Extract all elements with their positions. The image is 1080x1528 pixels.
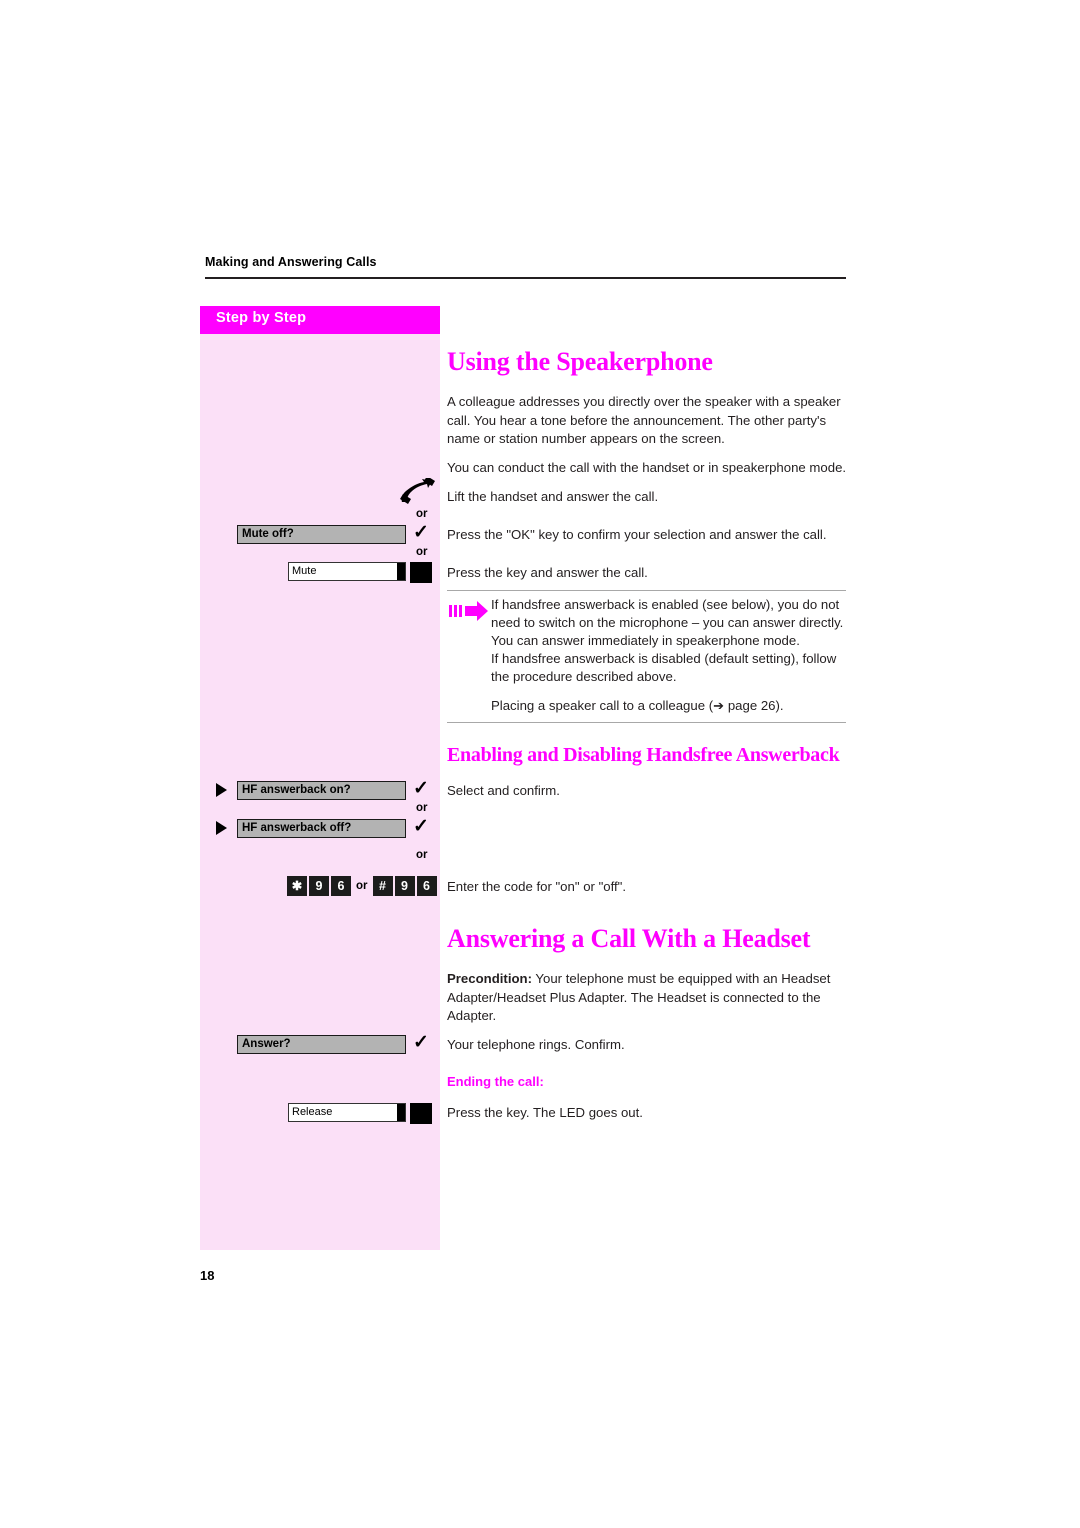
note-line-3: You can answer immediately in speakerpho… bbox=[491, 633, 800, 648]
paragraph-conduct-call: You can conduct the call with the handse… bbox=[447, 460, 847, 475]
display-hf-answerback-off-label: HF answerback off? bbox=[242, 821, 352, 834]
step-press-key: Press the key and answer the call. bbox=[447, 565, 648, 580]
code-key-row[interactable]: ✱ 9 6 or # 9 6 bbox=[287, 876, 437, 896]
cross-reference-page-26[interactable]: Placing a speaker call to a colleague (➔… bbox=[491, 697, 851, 716]
display-hf-answerback-off[interactable]: HF answerback off? bbox=[237, 819, 406, 838]
ending-the-call-heading: Ending the call: bbox=[447, 1074, 544, 1089]
document-page: Making and Answering Calls Step by Step … bbox=[0, 0, 1080, 1528]
key-mute-button[interactable] bbox=[410, 562, 432, 583]
key-mute-led bbox=[397, 563, 405, 580]
paragraph-speakerphone-intro: A colleague addresses you directly over … bbox=[447, 394, 841, 447]
confirm-check-icon-1: ✓ bbox=[413, 522, 429, 543]
or-connector-1: or bbox=[416, 508, 428, 520]
dial-key-star[interactable]: ✱ bbox=[287, 876, 307, 896]
dial-key-hash[interactable]: # bbox=[372, 876, 393, 896]
display-hf-answerback-on-label: HF answerback on? bbox=[242, 783, 351, 796]
section-title-using-speakerphone: Using the Speakerphone bbox=[447, 347, 713, 376]
key-release[interactable]: Release bbox=[288, 1103, 406, 1122]
page-number: 18 bbox=[200, 1268, 215, 1283]
dial-key-9-b[interactable]: 9 bbox=[394, 876, 415, 896]
dial-key-9-a[interactable]: 9 bbox=[309, 876, 329, 896]
section-title-handsfree-answerback: Enabling and Disabling Handsfree Answerb… bbox=[447, 744, 840, 766]
section-title-answering-headset: Answering a Call With a Headset bbox=[447, 924, 811, 953]
step-press-ok: Press the "OK" key to confirm your selec… bbox=[447, 527, 827, 542]
note-rule-top bbox=[447, 590, 846, 591]
sidebar-header-label: Step by Step bbox=[216, 310, 307, 326]
note-line-1: If handsfree answerback is enabled (see … bbox=[491, 597, 840, 612]
key-release-button[interactable] bbox=[410, 1103, 432, 1124]
step-enter-code: Enter the code for "on" or "off". bbox=[447, 879, 627, 894]
select-triangle-icon-2 bbox=[216, 821, 227, 835]
key-mute[interactable]: Mute bbox=[288, 562, 406, 581]
display-mute-off[interactable]: Mute off? bbox=[237, 525, 406, 544]
step-press-key-led: Press the key. The LED goes out. bbox=[447, 1105, 643, 1120]
or-connector-3: or bbox=[416, 802, 428, 814]
note-line-4: If handsfree answerback is disabled (def… bbox=[491, 651, 837, 666]
confirm-check-icon-4: ✓ bbox=[413, 1032, 429, 1053]
confirm-check-icon-3: ✓ bbox=[413, 816, 429, 837]
header-rule bbox=[205, 277, 846, 279]
key-release-led bbox=[397, 1104, 405, 1121]
note-rule-bottom bbox=[447, 722, 846, 723]
display-mute-off-label: Mute off? bbox=[242, 527, 294, 540]
key-mute-label: Mute bbox=[292, 565, 317, 577]
code-or-connector: or bbox=[356, 880, 368, 892]
step-select-and-confirm: Select and confirm. bbox=[447, 783, 560, 798]
key-release-label: Release bbox=[292, 1106, 333, 1118]
select-triangle-icon-1 bbox=[216, 783, 227, 797]
or-connector-2: or bbox=[416, 546, 428, 558]
running-head: Making and Answering Calls bbox=[205, 255, 377, 269]
step-telephone-rings: Your telephone rings. Confirm. bbox=[447, 1037, 625, 1052]
display-answer-label: Answer? bbox=[242, 1037, 291, 1050]
note-line-2: need to switch on the microphone – you c… bbox=[491, 615, 844, 630]
dial-key-6-a[interactable]: 6 bbox=[331, 876, 351, 896]
display-answer[interactable]: Answer? bbox=[237, 1035, 406, 1054]
precondition-label: Precondition: bbox=[447, 971, 532, 986]
dial-key-6-b[interactable]: 6 bbox=[416, 876, 437, 896]
note-arrow-icon bbox=[449, 601, 489, 626]
note-line-5: the procedure described above. bbox=[491, 669, 677, 684]
or-connector-4: or bbox=[416, 849, 428, 861]
display-hf-answerback-on[interactable]: HF answerback on? bbox=[237, 781, 406, 800]
handset-lifted-icon bbox=[398, 476, 438, 511]
paragraph-precondition: Precondition: Your telephone must be equ… bbox=[447, 970, 837, 1026]
step-lift-handset: Lift the handset and answer the call. bbox=[447, 489, 659, 504]
confirm-check-icon-2: ✓ bbox=[413, 778, 429, 799]
